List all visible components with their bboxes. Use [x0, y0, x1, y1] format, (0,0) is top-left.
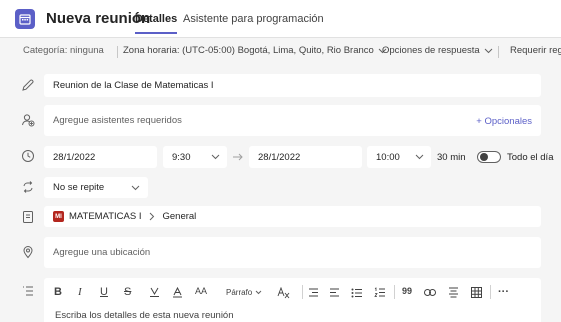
increase-indent-icon[interactable]	[329, 288, 340, 297]
more-options-button[interactable]: ···	[498, 286, 509, 298]
italic-button[interactable]: I	[78, 286, 82, 298]
toolbar-divider	[498, 46, 499, 58]
details-editor[interactable]: B I U S AA Párrafo 99 ··· Escriba los de…	[44, 278, 541, 322]
response-options-dropdown[interactable]: Opciones de respuesta	[382, 45, 493, 56]
all-day-toggle[interactable]	[477, 151, 501, 163]
clear-format-icon[interactable]	[277, 287, 290, 299]
details-list-icon	[23, 286, 33, 296]
optional-attendees-link[interactable]: + Opcionales	[476, 116, 532, 127]
font-size-button[interactable]: AA	[195, 286, 207, 296]
channel-selector[interactable]: MI MATEMATICAS I General	[44, 206, 541, 227]
require-registration-dropdown[interactable]: Requerir regi	[510, 45, 561, 56]
details-placeholder: Escriba los detalles de esta nueva reuni…	[55, 310, 234, 321]
chevron-down-icon	[211, 154, 220, 160]
toolbar-divider	[117, 46, 118, 58]
channel-icon	[23, 211, 33, 223]
highlight-icon[interactable]	[149, 287, 160, 298]
end-time-value: 10:00	[376, 151, 400, 163]
numbered-list-icon[interactable]	[374, 287, 386, 298]
end-date-value: 28/1/2022	[258, 151, 301, 163]
category-label: Categoría: ninguna	[23, 45, 104, 56]
timezone-label: Zona horaria: (UTC-05:00) Bogotá, Lima, …	[123, 45, 374, 56]
attendees-placeholder: Agregue asistentes requeridos	[53, 115, 182, 126]
location-pin-icon	[23, 246, 33, 259]
link-icon[interactable]	[424, 289, 436, 296]
bold-button[interactable]: B	[54, 286, 62, 298]
header: Nueva reunión Detalles Asistente para pr…	[0, 0, 561, 38]
chevron-right-icon	[150, 212, 155, 221]
tab-detalles[interactable]: Detalles	[135, 13, 178, 34]
toolbar-divider	[302, 285, 303, 299]
start-date-value: 28/1/2022	[53, 151, 96, 163]
bulleted-list-icon[interactable]	[351, 288, 363, 298]
title-value: Reunion de la Clase de Matematicas I	[53, 80, 214, 91]
start-time-value: 9:30	[172, 151, 191, 163]
all-day-label: Todo el día	[507, 152, 554, 163]
tab-asistente-programacion[interactable]: Asistente para programación	[183, 13, 324, 25]
table-icon[interactable]	[471, 287, 482, 298]
timezone-dropdown[interactable]: Zona horaria: (UTC-05:00) Bogotá, Lima, …	[123, 45, 387, 56]
arrow-right-icon	[233, 153, 243, 161]
team-badge: MI	[53, 211, 64, 222]
options-toolbar: Categoría: ninguna Zona horaria: (UTC-05…	[0, 38, 561, 64]
attendees-input[interactable]: Agregue asistentes requeridos + Opcional…	[44, 105, 541, 136]
response-options-label: Opciones de respuesta	[382, 45, 480, 56]
category-dropdown[interactable]: Categoría: ninguna	[23, 45, 104, 56]
chevron-down-icon	[255, 290, 262, 295]
require-registration-label: Requerir regi	[510, 45, 561, 56]
calendar-icon	[15, 9, 35, 29]
toolbar-divider	[394, 285, 395, 299]
end-time-dropdown[interactable]: 10:00	[367, 146, 431, 168]
font-color-icon[interactable]	[172, 287, 183, 298]
toolbar-divider	[490, 285, 491, 299]
team-name: MATEMATICAS I	[69, 211, 142, 222]
person-add-icon	[22, 114, 35, 127]
start-date-picker[interactable]: 28/1/2022	[44, 146, 157, 168]
location-input[interactable]: Agregue una ubicación	[44, 237, 541, 268]
end-date-picker[interactable]: 28/1/2022	[249, 146, 362, 168]
location-placeholder: Agregue una ubicación	[53, 247, 151, 258]
pencil-icon	[22, 79, 34, 91]
duration-label: 30 min	[437, 152, 466, 163]
strikethrough-button[interactable]: S	[124, 286, 131, 298]
repeat-dropdown[interactable]: No se repite	[44, 177, 148, 198]
paragraph-dropdown[interactable]: Párrafo	[226, 288, 262, 297]
chevron-down-icon	[415, 154, 424, 160]
clock-icon	[22, 150, 34, 162]
chevron-down-icon	[484, 48, 493, 53]
repeat-value: No se repite	[53, 182, 105, 193]
align-icon[interactable]	[448, 287, 459, 298]
title-input[interactable]: Reunion de la Clase de Matematicas I	[44, 74, 541, 97]
chevron-down-icon	[131, 185, 140, 190]
start-time-dropdown[interactable]: 9:30	[163, 146, 227, 168]
decrease-indent-icon[interactable]	[308, 288, 319, 297]
paragraph-label: Párrafo	[226, 288, 253, 297]
toggle-knob	[480, 153, 488, 161]
repeat-icon	[23, 181, 33, 193]
underline-button[interactable]: U	[100, 286, 108, 298]
quote-button[interactable]: 99	[402, 286, 412, 296]
channel-name: General	[162, 211, 197, 222]
